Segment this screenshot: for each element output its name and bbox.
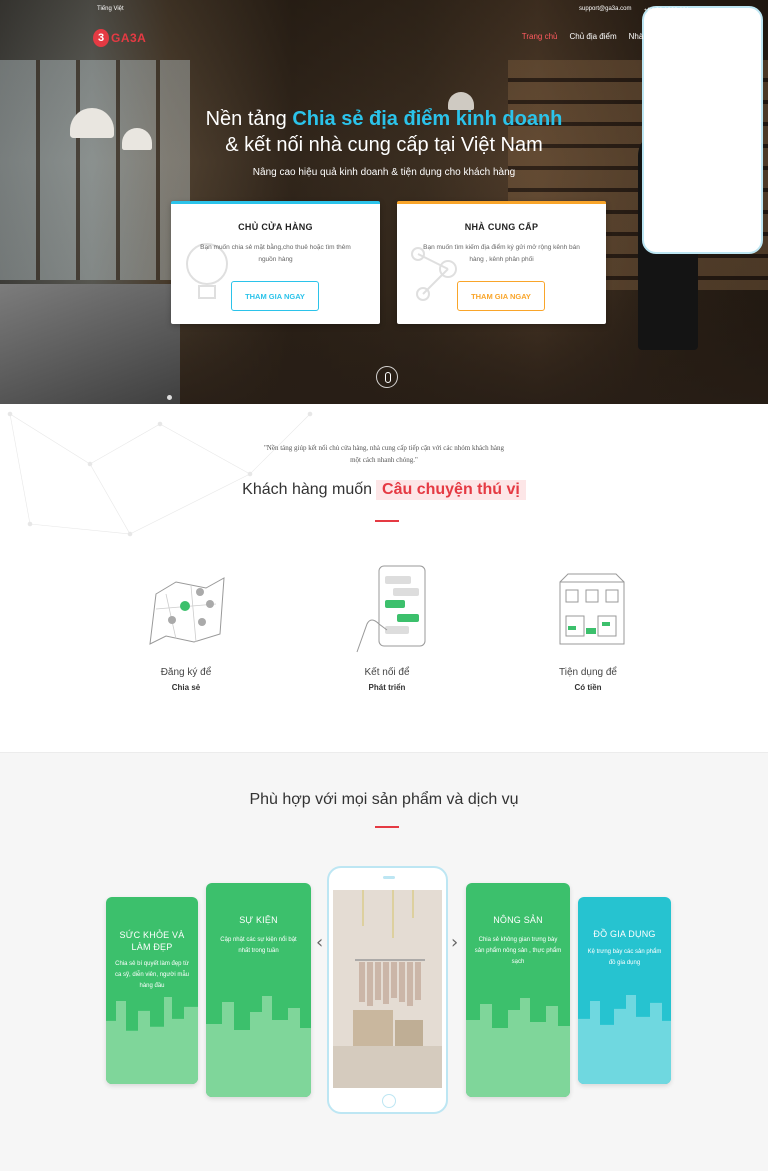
product-card-title: ĐỒ GIA DỤNG xyxy=(593,929,656,939)
feature-convenience: Tiện dụng để Có tiền xyxy=(513,564,663,692)
phone-screen-photo xyxy=(333,890,442,1088)
brand-logo[interactable]: 3 GA3A xyxy=(93,29,146,47)
phone-chat-icon xyxy=(356,565,426,653)
city-skyline-icon xyxy=(578,994,671,1084)
phone-home-button-icon xyxy=(382,1094,396,1108)
language-selector[interactable]: Tiếng Việt xyxy=(97,6,124,12)
lightbulb-icon xyxy=(186,243,228,299)
product-card-desc: Chia sẻ không gian trưng bày sản phẩm nô… xyxy=(474,937,562,965)
carousel-next-arrow-icon[interactable]: › xyxy=(451,932,458,953)
storefront-icon xyxy=(559,573,625,645)
product-card-title: SỨC KHỎE VÀ LÀM ĐẸP xyxy=(119,930,185,952)
section-divider xyxy=(375,520,399,522)
join-supplier-button[interactable]: THAM GIA NGAY xyxy=(457,281,545,311)
supplier-card: NHÀ CUNG CẤP Bạn muốn tìm kiếm địa điểm … xyxy=(397,201,606,324)
nav-item-home[interactable]: Trang chủ xyxy=(522,32,558,41)
feature-line2: Có tiền xyxy=(574,683,602,692)
city-skyline-icon xyxy=(466,998,570,1097)
nav-item-supplier[interactable]: Nhà cung cấp xyxy=(629,32,678,41)
products-title: Phù hợp với mọi sản phẩm và dịch vụ xyxy=(249,791,519,808)
nav-item-venue-owner[interactable]: Chủ địa điểm xyxy=(569,32,616,41)
product-card-desc: Kệ trưng bày các sản phẩm đồ gia dụng xyxy=(587,949,662,966)
about-title-highlight: Câu chuyện thú vị xyxy=(376,480,526,500)
city-skyline-icon xyxy=(206,996,311,1097)
clothing-store-photo xyxy=(333,890,442,1088)
hero-section: Tiếng Việt support@ga3a.com +84 90 1900 … xyxy=(0,0,768,404)
feature-line1: Đăng ký để xyxy=(160,667,212,678)
main-nav: Trang chủ Chủ địa điểm Nhà cung cấp xyxy=(522,32,678,41)
product-card-agriculture[interactable]: NÔNG SẢN Chia sẻ không gian trưng bày sả… xyxy=(466,883,570,1097)
quote-line1: "Nền tảng giúp kết nối chủ cửa hàng, nhà… xyxy=(263,444,505,452)
product-card-household[interactable]: ĐỒ GIA DỤNG Kệ trưng bày các sản phẩm đồ… xyxy=(578,897,671,1084)
section-divider xyxy=(375,826,399,828)
store-owner-card: CHỦ CỬA HÀNG Bạn muốn chia sẻ mặt bằng,c… xyxy=(171,201,380,324)
phone-mockup xyxy=(327,866,448,1114)
logo-mark-icon: 3 xyxy=(93,29,109,47)
about-title-prefix: Khách hàng muốn xyxy=(242,481,373,498)
headline-highlight: Chia sẻ địa điểm kinh doanh xyxy=(292,108,563,130)
feature-line2: Chia sẻ xyxy=(171,683,201,692)
city-skyline-icon xyxy=(106,996,198,1084)
about-section: "Nền tảng giúp kết nối chủ cửa hàng, nhà… xyxy=(0,404,768,752)
about-title: Khách hàng muốn Câu chuyện thú vị xyxy=(0,480,768,500)
scroll-down-mouse-icon[interactable] xyxy=(376,366,398,388)
product-card-events[interactable]: SỰ KIỆN Cập nhật các sự kiện nổi bật nhấ… xyxy=(206,883,311,1097)
hero-headline: Nền tảng Chia sẻ địa điểm kinh doanh & k… xyxy=(0,106,768,158)
product-card-beauty[interactable]: SỨC KHỎE VÀ LÀM ĐẸP Chia sẻ bí quyết làm… xyxy=(106,897,198,1084)
feature-line1: Kết nối để xyxy=(364,667,410,678)
phone-camera-icon xyxy=(383,876,395,879)
product-card-desc: Cập nhật các sự kiện nổi bật nhất trong … xyxy=(220,937,297,954)
network-nodes-icon xyxy=(411,247,457,301)
slider-dot[interactable] xyxy=(167,395,172,400)
support-email-link[interactable]: support@ga3a.com xyxy=(579,6,631,12)
headline-prefix: Nền tảng xyxy=(205,108,293,130)
map-pin-icon xyxy=(149,577,225,645)
join-store-owner-button[interactable]: THAM GIA NGAY xyxy=(231,281,319,311)
about-quote: "Nền tảng giúp kết nối chủ cửa hàng, nhà… xyxy=(0,442,768,466)
carousel-prev-arrow-icon[interactable]: ‹ xyxy=(316,932,323,953)
card-title: NHÀ CUNG CẤP xyxy=(464,222,539,232)
feature-line1: Tiện dụng để xyxy=(558,667,617,678)
product-card-title: NÔNG SẢN xyxy=(493,915,543,925)
card-title: CHỦ CỬA HÀNG xyxy=(238,222,313,232)
product-card-desc: Chia sẻ bí quyết làm đẹp từ ca sỹ, diễn … xyxy=(115,961,189,989)
product-card-title: SỰ KIỆN xyxy=(239,915,278,925)
hero-subheadline: Nâng cao hiệu quả kinh doanh & tiện dụng… xyxy=(252,167,516,178)
hero-counter-backdrop xyxy=(0,284,180,404)
feature-connect: Kết nối để Phát triển xyxy=(312,564,462,692)
quote-line2: một cách nhanh chóng." xyxy=(350,456,418,464)
headline-line2: & kết nối nhà cung cấp tại Việt Nam xyxy=(225,134,543,156)
feature-register: Đăng ký để Chia sẻ xyxy=(111,564,261,692)
logo-text: GA3A xyxy=(111,31,147,45)
top-bar: Tiếng Việt support@ga3a.com +84 90 1900 … xyxy=(0,0,768,254)
feature-line2: Phát triển xyxy=(368,683,406,692)
